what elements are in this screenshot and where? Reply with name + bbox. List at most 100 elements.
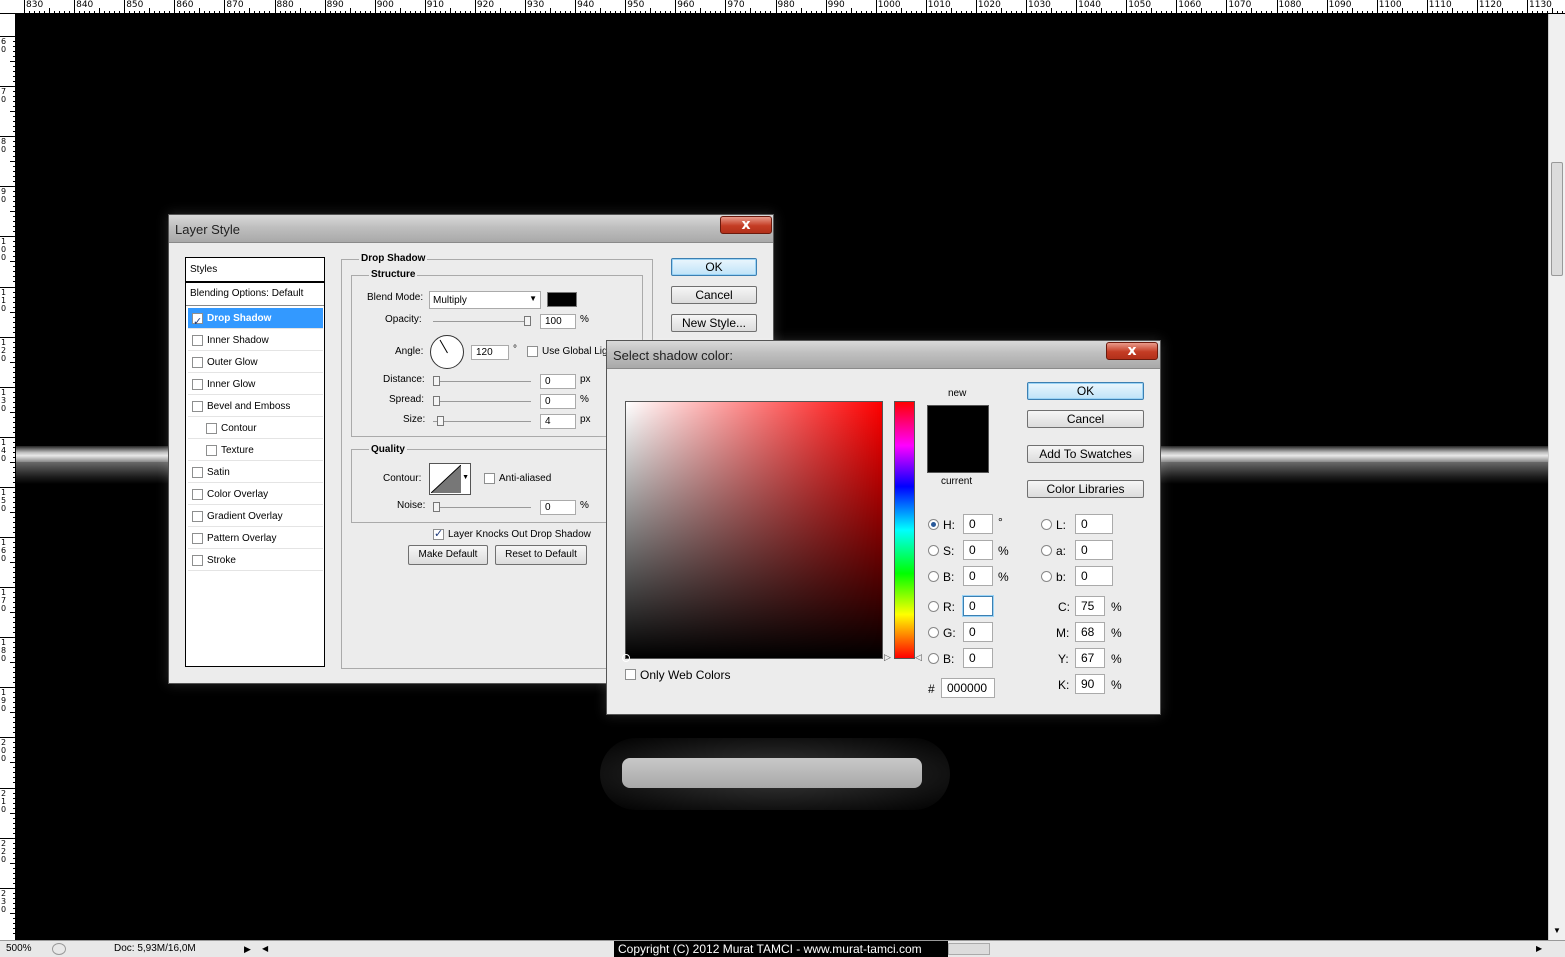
spread-slider-knob[interactable] [433, 396, 440, 406]
knockout-checkbox[interactable] [433, 527, 444, 540]
saturation-radio[interactable] [928, 545, 939, 556]
hue-input[interactable]: 0 [963, 514, 993, 534]
style-item-inner-glow[interactable]: Inner Glow [188, 374, 323, 395]
lab-l-input[interactable]: 0 [1075, 514, 1113, 534]
blending-options-item[interactable]: Blending Options: Default [190, 288, 303, 299]
hue-radio[interactable] [928, 519, 939, 530]
shadow-color-swatch[interactable] [547, 292, 577, 307]
style-item-stroke[interactable]: Stroke [188, 550, 323, 571]
spread-slider[interactable] [433, 396, 531, 406]
hscroll-left-arrow-icon[interactable]: ◀ [262, 942, 268, 956]
style-item-outer-glow[interactable]: Outer Glow [188, 352, 323, 373]
style-checkbox[interactable] [192, 401, 203, 412]
ok-button[interactable]: OK [1027, 382, 1144, 400]
red-radio[interactable] [928, 601, 939, 612]
style-checkbox[interactable] [192, 511, 203, 522]
noise-slider-knob[interactable] [433, 502, 440, 512]
style-checkbox[interactable] [192, 467, 203, 478]
lab-l-radio[interactable] [1041, 519, 1052, 530]
green-input[interactable]: 0 [963, 622, 993, 642]
color-picker-titlebar[interactable]: Select shadow color: x [607, 341, 1160, 369]
spread-input[interactable]: 0 [540, 394, 576, 409]
hscroll-thumb[interactable] [948, 943, 990, 955]
brightness-input[interactable]: 0 [963, 566, 993, 586]
zoom-level[interactable]: 500% [6, 942, 46, 956]
lab-b-radio[interactable] [1041, 571, 1052, 582]
opacity-input[interactable]: 100 [540, 314, 576, 329]
angle-dial[interactable] [430, 335, 464, 369]
black-input[interactable]: 90 [1075, 674, 1105, 694]
close-icon[interactable]: x [1106, 342, 1158, 360]
size-input[interactable]: 4 [540, 414, 576, 429]
brightness-radio[interactable] [928, 571, 939, 582]
blend-mode-select[interactable]: Multiply ▼ [429, 291, 541, 309]
layer-style-titlebar[interactable]: Layer Style x [169, 215, 773, 243]
style-checkbox[interactable] [206, 445, 217, 456]
ruler-vertical[interactable]: 6 0 7 0 8 0 9 0 1 0 0 1 1 0 1 2 0 1 3 0 1 4 0 1 5… [0, 14, 16, 940]
reset-default-button[interactable]: Reset to Default [495, 545, 587, 565]
color-field[interactable] [622, 401, 883, 662]
distance-slider[interactable] [433, 376, 531, 386]
only-web-colors-checkbox[interactable] [625, 669, 636, 680]
style-checkbox[interactable] [192, 357, 203, 368]
size-slider-knob[interactable] [437, 416, 444, 426]
make-default-button[interactable]: Make Default [408, 545, 488, 565]
color-field-marker[interactable] [622, 654, 630, 662]
style-checkbox[interactable] [206, 423, 217, 434]
green-radio[interactable] [928, 627, 939, 638]
current-color-swatch[interactable] [927, 439, 989, 473]
anti-aliased-checkbox[interactable] [484, 473, 495, 484]
cancel-button[interactable]: Cancel [671, 286, 757, 304]
style-checkbox[interactable] [192, 489, 203, 500]
style-item-color-overlay[interactable]: Color Overlay [188, 484, 323, 505]
style-checkbox[interactable] [192, 311, 203, 332]
angle-input[interactable]: 120 [471, 345, 509, 360]
hex-input[interactable]: 000000 [941, 678, 995, 698]
hue-slider[interactable] [894, 401, 915, 659]
hue-slider-right-arrow-icon[interactable]: ◁ [915, 652, 922, 663]
style-item-pattern-overlay[interactable]: Pattern Overlay [188, 528, 323, 549]
color-libraries-button[interactable]: Color Libraries [1027, 480, 1144, 498]
style-checkbox[interactable] [192, 555, 203, 566]
style-checkbox[interactable] [192, 335, 203, 346]
style-item-satin[interactable]: Satin [188, 462, 323, 483]
style-item-gradient-overlay[interactable]: Gradient Overlay [188, 506, 323, 527]
hscroll-right-arrow-icon[interactable]: ▶ [1536, 942, 1542, 956]
yellow-input[interactable]: 67 [1075, 648, 1105, 668]
close-icon[interactable]: x [720, 216, 772, 234]
contour-picker[interactable]: ▼ [429, 463, 471, 495]
ok-button[interactable]: OK [671, 258, 757, 276]
cyan-input[interactable]: 75 [1075, 596, 1105, 616]
opacity-slider-knob[interactable] [524, 316, 531, 326]
noise-slider[interactable] [433, 502, 531, 512]
opacity-slider[interactable] [433, 316, 531, 326]
blue-radio[interactable] [928, 653, 939, 664]
add-to-swatches-button[interactable]: Add To Swatches [1027, 445, 1144, 463]
noise-input[interactable]: 0 [540, 500, 576, 515]
status-icon[interactable] [52, 943, 66, 955]
ruler-horizontal[interactable]: 830 840 850 860 870 880 890 900 910 920 930 940 950 9… [0, 0, 1565, 14]
style-item-texture[interactable]: Texture [188, 440, 323, 461]
size-slider[interactable] [433, 416, 531, 426]
blue-input[interactable]: 0 [963, 648, 993, 668]
style-item-drop-shadow[interactable]: Drop Shadow [188, 308, 323, 332]
distance-slider-knob[interactable] [433, 376, 440, 386]
distance-input[interactable]: 0 [540, 374, 576, 389]
scrollbar-thumb[interactable] [1551, 162, 1563, 276]
scroll-down-arrow-icon[interactable]: ▼ [1553, 926, 1561, 935]
style-checkbox[interactable] [192, 533, 203, 544]
lab-b-input[interactable]: 0 [1075, 566, 1113, 586]
red-input[interactable]: 0 [963, 596, 993, 616]
styles-header[interactable]: Styles [190, 264, 217, 275]
lab-a-radio[interactable] [1041, 545, 1052, 556]
vertical-scrollbar[interactable]: ▼ [1548, 14, 1565, 940]
hue-slider-left-arrow-icon[interactable]: ▷ [884, 652, 891, 663]
saturation-input[interactable]: 0 [963, 540, 993, 560]
style-item-bevel-and-emboss[interactable]: Bevel and Emboss [188, 396, 323, 417]
style-item-contour[interactable]: Contour [188, 418, 323, 439]
style-checkbox[interactable] [192, 379, 203, 390]
status-menu-arrow-icon[interactable]: ▶ [244, 942, 251, 956]
style-item-inner-shadow[interactable]: Inner Shadow [188, 330, 323, 351]
cancel-button[interactable]: Cancel [1027, 410, 1144, 428]
use-global-light-checkbox[interactable] [527, 346, 538, 357]
